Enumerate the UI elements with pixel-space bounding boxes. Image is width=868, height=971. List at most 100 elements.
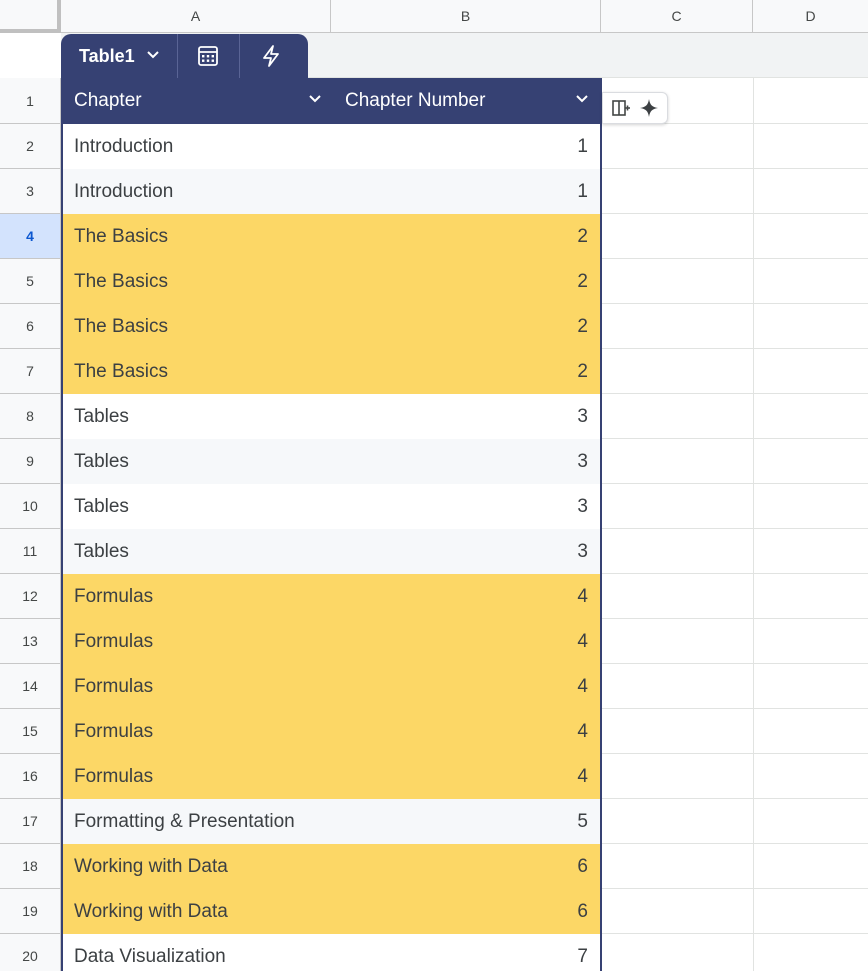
grid-line [601, 933, 868, 934]
row-header-3[interactable]: 3 [0, 169, 61, 214]
cell-chapter[interactable]: Tables [63, 529, 333, 574]
table-row: Formulas 4 [63, 619, 600, 664]
grid-line [601, 393, 868, 394]
cell-chapter-number[interactable]: 1 [333, 169, 600, 214]
cell-chapter-number[interactable]: 5 [333, 799, 600, 844]
cell-chapter[interactable]: Formulas [63, 754, 333, 799]
cell-chapter[interactable]: Formulas [63, 619, 333, 664]
cell-chapter-number[interactable]: 6 [333, 844, 600, 889]
column-header-a[interactable]: A [61, 0, 331, 33]
grid-line [601, 168, 868, 169]
cell-chapter-number[interactable]: 4 [333, 664, 600, 709]
table-header-row: Chapter Chapter Number [63, 78, 600, 124]
row-header-14[interactable]: 14 [0, 664, 61, 709]
grid-line [601, 708, 868, 709]
grid-line [601, 798, 868, 799]
row-header-8[interactable]: 8 [0, 394, 61, 439]
cell-chapter[interactable]: Working with Data [63, 844, 333, 889]
table-row: Formulas 4 [63, 664, 600, 709]
cell-chapter-number[interactable]: 4 [333, 754, 600, 799]
row-header-19[interactable]: 19 [0, 889, 61, 934]
cell-chapter[interactable]: Formulas [63, 709, 333, 754]
cell-chapter-number[interactable]: 1 [333, 124, 600, 169]
header-chapter[interactable]: Chapter [63, 78, 333, 124]
table-row: Data Visualization 7 [63, 934, 600, 971]
header-label: Chapter [74, 90, 142, 111]
table-name-dropdown[interactable]: Table1 [61, 34, 178, 78]
cell-chapter[interactable]: Formulas [63, 574, 333, 619]
row-header-17[interactable]: 17 [0, 799, 61, 844]
chevron-down-icon[interactable] [307, 90, 323, 112]
cell-chapter-number[interactable]: 4 [333, 619, 600, 664]
table-row: Formatting & Presentation 5 [63, 799, 600, 844]
calculator-icon[interactable] [178, 34, 240, 78]
row-header-1[interactable]: 1 [0, 78, 61, 124]
row-header-20[interactable]: 20 [0, 934, 61, 971]
cell-chapter-number[interactable]: 6 [333, 889, 600, 934]
select-all-corner[interactable] [0, 0, 61, 33]
row-header-18[interactable]: 18 [0, 844, 61, 889]
column-header-d[interactable]: D [753, 0, 868, 33]
grid-line [601, 528, 868, 529]
grid-line [601, 618, 868, 619]
table-mini-toolbar [602, 92, 668, 124]
cell-chapter-number[interactable]: 7 [333, 934, 600, 971]
grid-line [601, 213, 868, 214]
table-row: Tables 3 [63, 394, 600, 439]
cell-chapter[interactable]: Formulas [63, 664, 333, 709]
chevron-down-icon[interactable] [574, 90, 590, 112]
row-header-7[interactable]: 7 [0, 349, 61, 394]
cell-chapter[interactable]: The Basics [63, 214, 333, 259]
table-row: Tables 3 [63, 439, 600, 484]
row-header-9[interactable]: 9 [0, 439, 61, 484]
cell-chapter[interactable]: Introduction [63, 169, 333, 214]
cell-chapter-number[interactable]: 4 [333, 709, 600, 754]
column-header-b[interactable]: B [331, 0, 601, 33]
grid-line [601, 438, 868, 439]
cell-chapter-number[interactable]: 3 [333, 529, 600, 574]
table-tab[interactable]: Table1 [61, 34, 308, 78]
cell-chapter[interactable]: Tables [63, 439, 333, 484]
cell-chapter-number[interactable]: 2 [333, 349, 600, 394]
row-header-15[interactable]: 15 [0, 709, 61, 754]
cell-chapter[interactable]: Tables [63, 394, 333, 439]
column-header-c[interactable]: C [601, 0, 753, 33]
cell-chapter-number[interactable]: 2 [333, 259, 600, 304]
cell-chapter[interactable]: Introduction [63, 124, 333, 169]
cell-chapter[interactable]: Working with Data [63, 889, 333, 934]
table-row: The Basics 2 [63, 214, 600, 259]
grid-line [601, 303, 868, 304]
cell-chapter[interactable]: The Basics [63, 349, 333, 394]
table-row: Tables 3 [63, 529, 600, 574]
row-header-13[interactable]: 13 [0, 619, 61, 664]
grid-line [601, 843, 868, 844]
row-header-12[interactable]: 12 [0, 574, 61, 619]
cell-chapter[interactable]: Data Visualization [63, 934, 333, 971]
cell-chapter[interactable]: The Basics [63, 304, 333, 349]
table-row: The Basics 2 [63, 304, 600, 349]
sparkle-icon[interactable] [636, 95, 662, 121]
grid-line [601, 258, 868, 259]
cell-chapter-number[interactable]: 3 [333, 394, 600, 439]
row-header-4[interactable]: 4 [0, 214, 61, 259]
row-header-16[interactable]: 16 [0, 754, 61, 799]
table-row: Formulas 4 [63, 574, 600, 619]
row-header-11[interactable]: 11 [0, 529, 61, 574]
cell-chapter-number[interactable]: 4 [333, 574, 600, 619]
cell-chapter[interactable]: Tables [63, 484, 333, 529]
cell-chapter[interactable]: The Basics [63, 259, 333, 304]
cell-chapter[interactable]: Formatting & Presentation [63, 799, 333, 844]
grid-line [753, 78, 754, 971]
cell-chapter-number[interactable]: 3 [333, 484, 600, 529]
lightning-icon[interactable] [240, 34, 302, 78]
row-header-10[interactable]: 10 [0, 484, 61, 529]
cell-chapter-number[interactable]: 2 [333, 214, 600, 259]
cell-chapter-number[interactable]: 2 [333, 304, 600, 349]
add-column-icon[interactable] [608, 95, 634, 121]
cell-chapter-number[interactable]: 3 [333, 439, 600, 484]
header-chapter-number[interactable]: Chapter Number [333, 78, 600, 124]
row-header-6[interactable]: 6 [0, 304, 61, 349]
row-header-2[interactable]: 2 [0, 124, 61, 169]
row-header-5[interactable]: 5 [0, 259, 61, 304]
table-row: Formulas 4 [63, 709, 600, 754]
